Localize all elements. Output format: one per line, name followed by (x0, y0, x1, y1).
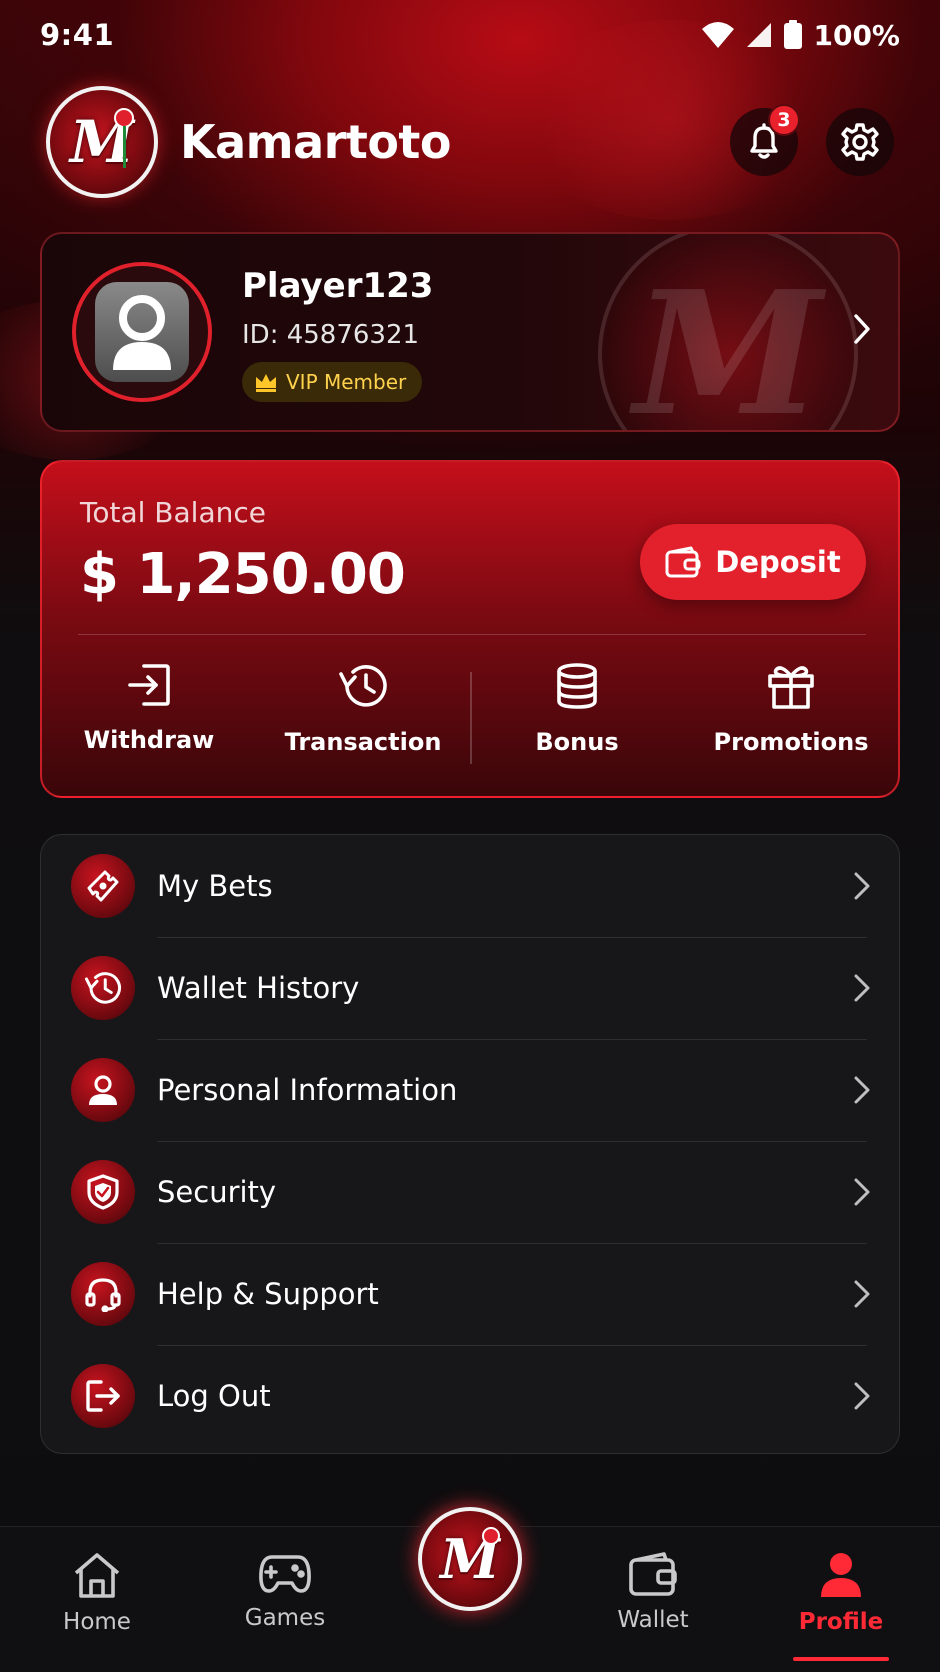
menu-label: Personal Information (157, 1073, 458, 1107)
menu-label: Log Out (157, 1379, 271, 1413)
menu-item-my-bets[interactable]: My Bets (41, 835, 899, 937)
status-bar: 9:41 100% (0, 0, 940, 70)
menu-item-help-support[interactable]: Help & Support (41, 1243, 899, 1345)
bottom-navigation: Home Games M Wallet Profile (0, 1499, 940, 1672)
menu-icon-wrap (71, 854, 135, 918)
promotions-button[interactable]: Promotions (684, 662, 898, 772)
status-icons: 100% (701, 19, 900, 52)
deposit-label: Deposit (715, 545, 841, 579)
app-logo[interactable]: M (46, 86, 158, 198)
wifi-icon (702, 22, 735, 48)
rose-icon (482, 1527, 500, 1545)
account-menu: My Bets Wallet History Personal Informat… (40, 834, 900, 1454)
withdraw-button[interactable]: Withdraw (42, 662, 256, 772)
signal-icon (747, 23, 772, 47)
nav-profile[interactable]: Profile (761, 1551, 921, 1661)
app-header: M Kamartoto 3 (46, 86, 894, 198)
notifications-button[interactable]: 3 (730, 104, 800, 176)
menu-label: Wallet History (157, 971, 360, 1005)
app-title: Kamartoto (180, 115, 452, 169)
menu-icon-wrap (71, 956, 135, 1020)
crown-icon (256, 374, 276, 392)
chevron-right-icon (854, 1076, 870, 1104)
headset-icon (85, 1278, 121, 1312)
chevron-right-icon (854, 1178, 870, 1206)
wallet-icon (665, 546, 701, 578)
chevron-right-icon (854, 1280, 870, 1308)
bonus-label: Bonus (535, 728, 619, 756)
menu-label: Help & Support (157, 1277, 379, 1311)
home-icon (74, 1553, 120, 1598)
history-icon (339, 665, 387, 707)
center-logo: M (418, 1507, 522, 1611)
quick-actions: Withdraw Transaction Bonus Promotions (42, 662, 898, 772)
profile-icon (821, 1553, 861, 1597)
profile-card[interactable]: M Player123 ID: 45876321 VIP Member (40, 232, 900, 432)
menu-item-wallet-history[interactable]: Wallet History (41, 937, 899, 1039)
user-icon (89, 1075, 117, 1105)
balance-label: Total Balance (80, 496, 266, 529)
gamepad-icon (259, 1555, 311, 1593)
settings-button[interactable] (826, 108, 894, 176)
avatar-placeholder (95, 282, 189, 382)
nav-wallet[interactable]: Wallet (573, 1551, 733, 1661)
profile-screen: 9:41 100% M Kamartoto 3 M Player123 ID: … (0, 0, 940, 1672)
logo-watermark: M (598, 234, 858, 432)
withdraw-icon (128, 664, 170, 706)
bonus-button[interactable]: Bonus (470, 662, 684, 772)
nav-label: Wallet (617, 1607, 689, 1633)
rose-icon (114, 108, 134, 128)
chevron-right-icon (854, 974, 870, 1002)
divider (78, 634, 866, 635)
history-icon (85, 972, 121, 1004)
vip-label: VIP Member (286, 370, 407, 394)
menu-icon-wrap (71, 1364, 135, 1428)
battery-icon (784, 20, 803, 49)
menu-icon-wrap (71, 1262, 135, 1326)
battery-percentage: 100% (813, 18, 900, 52)
nav-center-logo-button[interactable]: M (410, 1499, 530, 1619)
chevron-right-icon (854, 1382, 870, 1410)
username: Player123 (242, 266, 434, 306)
menu-icon-wrap (71, 1160, 135, 1224)
chevron-right-icon (854, 872, 870, 900)
nav-label: Profile (798, 1609, 884, 1635)
menu-icon-wrap (71, 1058, 135, 1122)
nav-label: Games (244, 1605, 326, 1631)
promotions-label: Promotions (713, 728, 869, 756)
active-indicator (793, 1657, 889, 1661)
header-actions: 3 (730, 104, 894, 176)
nav-label: Home (63, 1609, 131, 1635)
transaction-label: Transaction (284, 728, 442, 756)
balance-amount: $ 1,250.00 (80, 542, 406, 607)
shield-icon (87, 1174, 119, 1210)
nav-home[interactable]: Home (17, 1551, 177, 1661)
gift-icon (768, 666, 814, 709)
menu-item-personal-information[interactable]: Personal Information (41, 1039, 899, 1141)
status-time: 9:41 (40, 18, 115, 52)
chevron-right-icon (854, 314, 870, 344)
rose-stem (123, 126, 126, 168)
player-id: ID: 45876321 (242, 320, 420, 350)
menu-label: Security (157, 1175, 277, 1209)
menu-item-log-out[interactable]: Log Out (41, 1345, 899, 1447)
watermark-letter: M (633, 254, 823, 432)
menu-item-security[interactable]: Security (41, 1141, 899, 1243)
wallet-icon (629, 1552, 677, 1596)
gear-icon (841, 123, 879, 161)
coins-icon (557, 663, 597, 709)
action-separator (470, 672, 472, 764)
vip-badge: VIP Member (242, 362, 423, 402)
nav-games[interactable]: Games (205, 1551, 365, 1661)
avatar[interactable] (72, 262, 212, 402)
transaction-button[interactable]: Transaction (256, 662, 470, 772)
user-silhouette-icon (113, 295, 171, 370)
withdraw-label: Withdraw (83, 726, 215, 754)
logout-icon (86, 1380, 120, 1412)
balance-card: Total Balance $ 1,250.00 Deposit Withdra… (40, 460, 900, 798)
menu-label: My Bets (157, 869, 273, 903)
notification-badge: 3 (768, 104, 800, 136)
deposit-button[interactable]: Deposit (640, 524, 866, 600)
ticket-icon (87, 870, 119, 902)
